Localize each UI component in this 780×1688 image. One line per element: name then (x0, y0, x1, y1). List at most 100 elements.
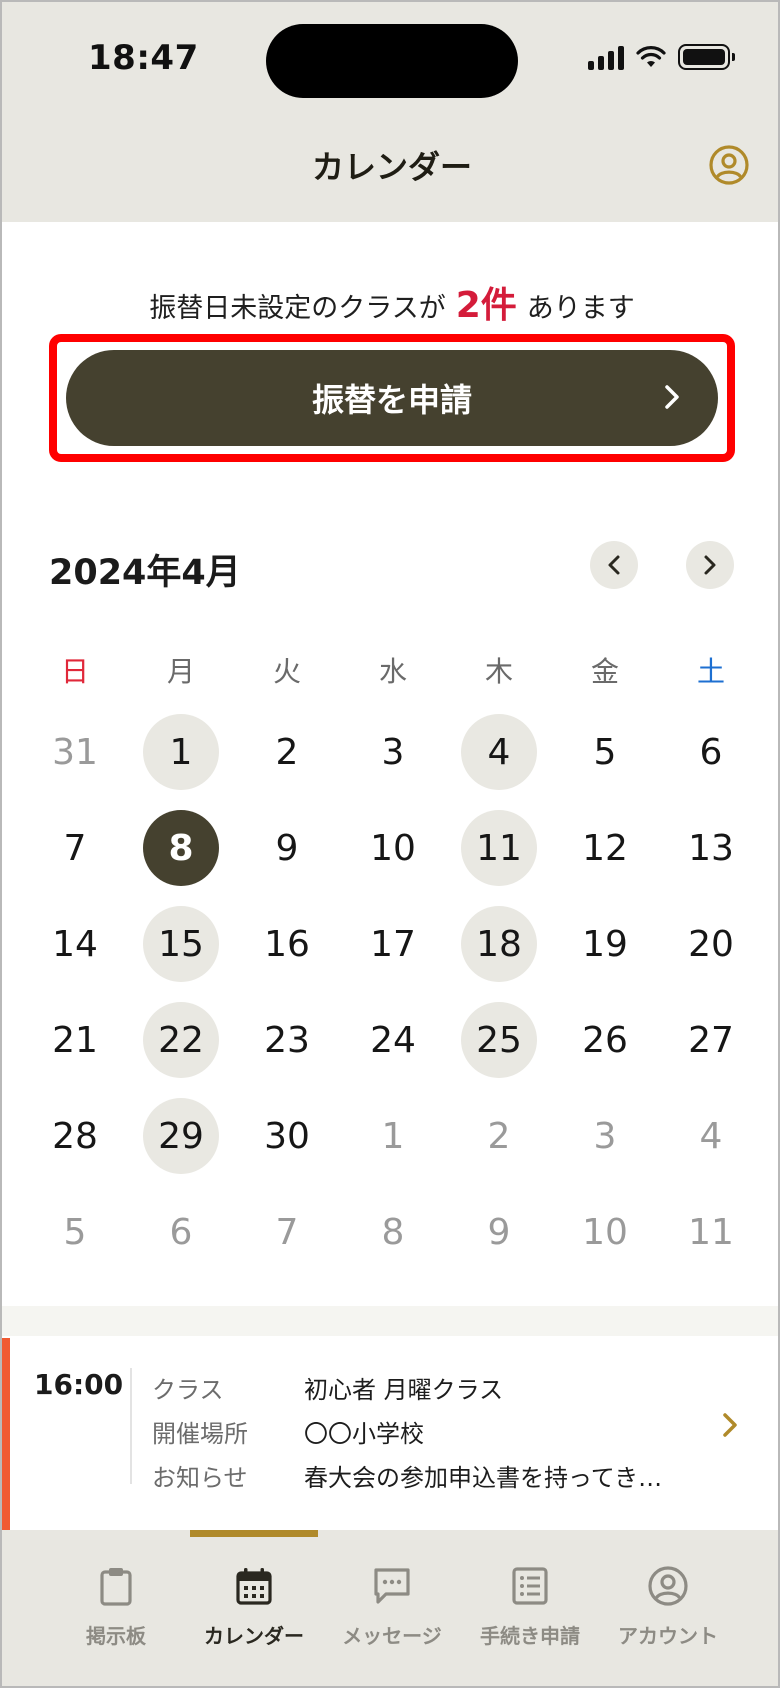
weekday-tue: 火 (272, 655, 301, 688)
calendar-day-cell[interactable]: 15 (128, 896, 234, 992)
weekday-fri: 金 (590, 655, 619, 688)
event-key: 開催場所 (152, 1420, 248, 1448)
calendar-day: 3 (381, 731, 405, 773)
dynamic-island (266, 24, 518, 98)
calendar-day: 9 (275, 827, 299, 869)
transfer-request-button[interactable]: 振替を申請 (66, 350, 718, 446)
calendar-day-cell[interactable]: 25 (446, 992, 552, 1088)
calendar-day-cell[interactable]: 26 (552, 992, 658, 1088)
battery-icon (678, 44, 735, 70)
calendar-day-cell[interactable]: 9 (234, 800, 340, 896)
calendar-day-cell[interactable]: 8 (128, 800, 234, 896)
calendar-day-cell[interactable]: 24 (340, 992, 446, 1088)
calendar-day: 31 (52, 731, 98, 773)
calendar-day-cell[interactable]: 3 (552, 1088, 658, 1184)
calendar-day-cell[interactable]: 2 (446, 1088, 552, 1184)
calendar-day-cell[interactable]: 9 (446, 1184, 552, 1280)
event-row-location: 開催場所 〇〇小学校 (152, 1414, 424, 1449)
calendar-day-cell[interactable]: 7 (22, 800, 128, 896)
chevron-right-icon (665, 385, 679, 409)
calendar-day-cell[interactable]: 19 (552, 896, 658, 992)
calendar-day-cell[interactable]: 2 (234, 704, 340, 800)
calendar-day-cell[interactable]: 4 (658, 1088, 764, 1184)
tab-label: メッセージ (342, 1624, 442, 1648)
calendar-day: 8 (381, 1211, 405, 1253)
next-month-button[interactable] (686, 541, 734, 589)
clipboard-icon (100, 1568, 132, 1606)
prev-month-button[interactable] (590, 541, 638, 589)
calendar-day-cell[interactable]: 27 (658, 992, 764, 1088)
transfer-request-label: 振替を申請 (311, 381, 472, 419)
weekday-sat: 土 (696, 655, 725, 688)
tab-label: 掲示板 (86, 1624, 146, 1648)
event-divider (130, 1368, 132, 1484)
event-value: 春大会の参加申込書を持ってき… (304, 1464, 663, 1492)
tab-bulletin[interactable]: 掲示板 (46, 1552, 186, 1649)
calendar-day-class: 11 (461, 810, 537, 886)
calendar-day-class: 18 (461, 906, 537, 982)
pending-notice: 振替日未設定のクラスが 2件 あります (2, 276, 778, 328)
calendar-icon (236, 1568, 272, 1605)
section-divider (2, 1306, 778, 1336)
calendar-day: 12 (582, 827, 628, 869)
event-value: 初心者 月曜クラス (304, 1376, 504, 1404)
calendar-day-cell[interactable]: 11 (658, 1184, 764, 1280)
calendar-day-cell[interactable]: 14 (22, 896, 128, 992)
calendar-day: 21 (52, 1019, 98, 1061)
tab-account[interactable]: アカウント (598, 1552, 738, 1649)
active-tab-indicator (190, 1530, 318, 1537)
calendar-day: 6 (169, 1211, 193, 1253)
calendar-day-cell[interactable]: 30 (234, 1088, 340, 1184)
calendar-day-cell[interactable]: 23 (234, 992, 340, 1088)
calendar-day-class: 15 (143, 906, 219, 982)
weekday-sun: 日 (60, 655, 89, 688)
calendar-day-cell[interactable]: 6 (128, 1184, 234, 1280)
calendar-day-cell[interactable]: 28 (22, 1088, 128, 1184)
calendar-day-class: 1 (143, 714, 219, 790)
calendar-day: 30 (264, 1115, 310, 1157)
calendar-day-cell[interactable]: 5 (22, 1184, 128, 1280)
calendar-day-cell[interactable]: 10 (552, 1184, 658, 1280)
calendar-day-cell[interactable]: 18 (446, 896, 552, 992)
calendar-day-cell[interactable]: 16 (234, 896, 340, 992)
calendar-day-cell[interactable]: 5 (552, 704, 658, 800)
calendar-day-cell[interactable]: 31 (22, 704, 128, 800)
status-time: 18:47 (88, 38, 199, 78)
calendar-day-cell[interactable]: 7 (234, 1184, 340, 1280)
event-card[interactable]: 16:00 クラス 初心者 月曜クラス 開催場所 〇〇小学校 お知らせ 春大会の… (2, 1338, 778, 1530)
calendar-day-selected: 8 (143, 810, 219, 886)
calendar-day-cell[interactable]: 12 (552, 800, 658, 896)
calendar-grid: 31 1 2 3 4 5 6 7 8 9 10 11 12 13 14 15 16 17 18 19 20 21 22 23 2… (22, 704, 764, 1280)
tab-calendar[interactable]: カレンダー (184, 1552, 324, 1649)
calendar-day-cell[interactable]: 17 (340, 896, 446, 992)
tab-messages[interactable]: メッセージ (322, 1552, 462, 1649)
calendar-day-class: 22 (143, 1002, 219, 1078)
notice-prefix: 振替日未設定のクラスが (149, 293, 446, 324)
calendar-day-cell[interactable]: 13 (658, 800, 764, 896)
calendar-day-cell[interactable]: 3 (340, 704, 446, 800)
cellular-signal-icon (588, 44, 624, 70)
profile-button[interactable] (708, 144, 750, 186)
calendar-day-cell[interactable]: 6 (658, 704, 764, 800)
calendar-day: 28 (52, 1115, 98, 1157)
calendar-day-cell[interactable]: 21 (22, 992, 128, 1088)
calendar-day: 10 (582, 1211, 628, 1253)
calendar-day-cell[interactable]: 20 (658, 896, 764, 992)
tab-procedures[interactable]: 手続き申請 (460, 1552, 600, 1649)
app-frame: 18:47 カレンダー 振替日未設定のクラスが 2件 あります 振替を申請 20… (0, 0, 780, 1688)
calendar-day: 1 (381, 1115, 405, 1157)
calendar-day-cell[interactable]: 22 (128, 992, 234, 1088)
chevron-right-icon (704, 555, 716, 575)
header-bar: 18:47 カレンダー (2, 2, 778, 222)
calendar-day: 5 (63, 1211, 87, 1253)
calendar-day-cell[interactable]: 1 (128, 704, 234, 800)
calendar-day-cell[interactable]: 11 (446, 800, 552, 896)
calendar-day-cell[interactable]: 29 (128, 1088, 234, 1184)
status-icons (588, 44, 735, 70)
calendar-day-cell[interactable]: 10 (340, 800, 446, 896)
calendar-day-cell[interactable]: 1 (340, 1088, 446, 1184)
calendar-day-cell[interactable]: 8 (340, 1184, 446, 1280)
user-circle-icon (709, 145, 749, 185)
chevron-left-icon (608, 555, 620, 575)
calendar-day-cell[interactable]: 4 (446, 704, 552, 800)
